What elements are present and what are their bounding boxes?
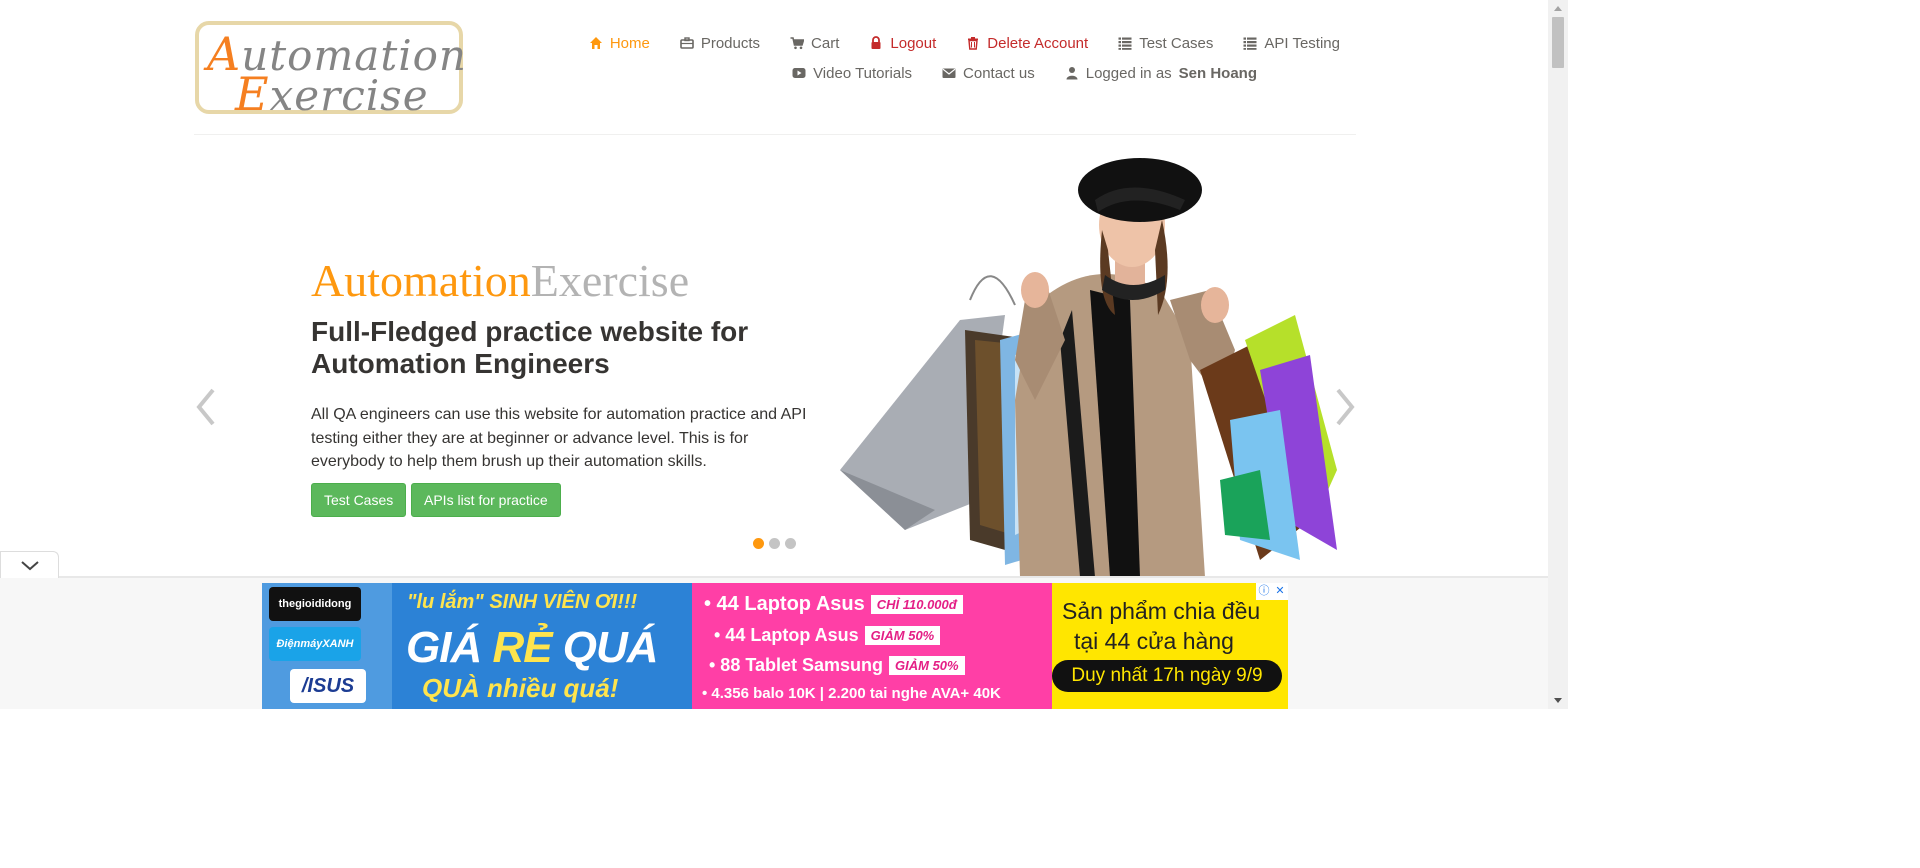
nav-logout-label: Logout [890, 34, 937, 52]
nav-cart-label: Cart [811, 34, 840, 52]
nav-logged-in-as: Logged in as Sen Hoang [1065, 65, 1257, 82]
ad-brand-thegioididong: thegioididong [269, 587, 361, 621]
ad-right-text-1: Sản phẩm chia đều [1062, 598, 1261, 624]
ad-right-block: Sản phẩm chia đều tại 44 cửa hàng Duy nh… [1052, 583, 1288, 709]
nav-api-testing[interactable]: API Testing [1243, 35, 1340, 52]
ad-promo-1: • 44 Laptop Asus CHỈ 110.000đ [704, 593, 963, 616]
nav-row-1: Home Products Cart Logout Delete Account… [589, 28, 1340, 58]
ad-promo-4: • 4.356 balo 10K | 2.200 tai nghe AVA+ 4… [702, 685, 1001, 702]
ad-banner[interactable]: thegioididong ĐiệnmáyXANH /ISUS "lu lắm"… [262, 583, 1288, 709]
ad-brands-column: thegioididong ĐiệnmáyXANH /ISUS [262, 583, 392, 709]
ad-promo-3: • 88 Tablet Samsung GIẢM 50% [709, 655, 965, 676]
carousel-indicator-2[interactable] [769, 538, 780, 549]
nav-video-tutorials[interactable]: Video Tutorials [792, 65, 912, 82]
logo-line-2: Exercise [235, 67, 429, 121]
slide-text: All QA engineers can use this website fo… [311, 406, 807, 470]
nav-contact-us[interactable]: Contact us [942, 65, 1035, 82]
cart-icon [790, 37, 805, 50]
list-icon [1243, 37, 1257, 50]
ad-right-pill: Duy nhất 17h ngày 9/9 [1052, 660, 1282, 692]
home-icon [589, 37, 602, 49]
chevron-down-icon [21, 561, 39, 571]
ad-brand-dienmayxanh: ĐiệnmáyXANH [269, 627, 361, 661]
nav-logout[interactable]: Logout [869, 35, 936, 52]
nav-products-label: Products [700, 34, 761, 52]
nav-home-label: Home [609, 34, 650, 52]
ad-right-text-2: tại 44 cửa hàng [1074, 628, 1234, 654]
main-nav: Home Products Cart Logout Delete Account… [589, 28, 1340, 88]
carousel-indicators [753, 538, 796, 549]
apis-list-button[interactable]: APIs list for practice [411, 483, 561, 517]
scroll-up-arrow-icon[interactable] [1548, 0, 1568, 17]
nav-test-cases-label: Test Cases [1139, 34, 1214, 52]
briefcase-icon [680, 37, 694, 49]
ad-info-icon[interactable]: ⓘ [1256, 583, 1272, 600]
nav-video-tutorials-label: Video Tutorials [813, 64, 913, 82]
logged-in-label: Logged in as [1085, 64, 1172, 82]
ad-promo-block: • 44 Laptop Asus CHỈ 110.000đ • 44 Laptop… [692, 583, 1052, 709]
ad-headline-block: "lu lắm" SINH VIÊN ƠI!!! GIÁ RẺ QUÁ QUÀ … [392, 583, 692, 709]
ad-headline-2: GIÁ RẺ QUÁ [406, 623, 659, 672]
page-scrollbar[interactable] [1548, 0, 1568, 709]
ad-promo-2: • 44 Laptop Asus GIẢM 50% [714, 625, 941, 646]
ad-choices: ⓘ ✕ [1256, 583, 1288, 600]
trash-icon [968, 37, 979, 50]
nav-delete-account-label: Delete Account [987, 34, 1089, 52]
envelope-icon [942, 68, 956, 78]
nav-api-testing-label: API Testing [1264, 34, 1340, 52]
nav-products[interactable]: Products [680, 35, 760, 52]
site-logo[interactable]: Automation Exercise [195, 21, 466, 121]
lock-icon [871, 36, 881, 49]
user-icon [1066, 67, 1078, 80]
logged-in-username: Sen Hoang [1178, 64, 1257, 82]
ad-headline-3: QUÀ nhiều quá! [422, 673, 619, 703]
nav-test-cases[interactable]: Test Cases [1118, 35, 1213, 52]
slide-title: AutomationExercise [311, 255, 690, 306]
slide-heading: Full-Fledged practice website for Automa… [311, 316, 749, 379]
nav-delete-account[interactable]: Delete Account [966, 35, 1088, 52]
nav-contact-us-label: Contact us [963, 64, 1035, 82]
header-divider [194, 134, 1356, 135]
youtube-icon [792, 68, 806, 78]
list-icon [1118, 37, 1132, 50]
ad-close-icon[interactable]: ✕ [1272, 583, 1288, 600]
carousel-indicator-3[interactable] [785, 538, 796, 549]
hero-image-woman-shopping [840, 158, 1337, 577]
ad-headline-1: "lu lắm" SINH VIÊN ƠI!!! [407, 591, 638, 613]
nav-row-2: Video Tutorials Contact us Logged in as … [589, 58, 1257, 88]
scrollbar-thumb[interactable] [1552, 17, 1564, 68]
carousel-prev-arrow-icon[interactable] [191, 386, 221, 428]
nav-home[interactable]: Home [589, 35, 650, 52]
ad-brand-asus: /ISUS [290, 669, 366, 703]
scroll-down-arrow-icon[interactable] [1548, 692, 1568, 709]
ad-collapse-button[interactable] [0, 551, 59, 578]
test-cases-button[interactable]: Test Cases [311, 483, 407, 517]
carousel-indicator-1[interactable] [753, 538, 764, 549]
nav-cart[interactable]: Cart [790, 35, 839, 52]
